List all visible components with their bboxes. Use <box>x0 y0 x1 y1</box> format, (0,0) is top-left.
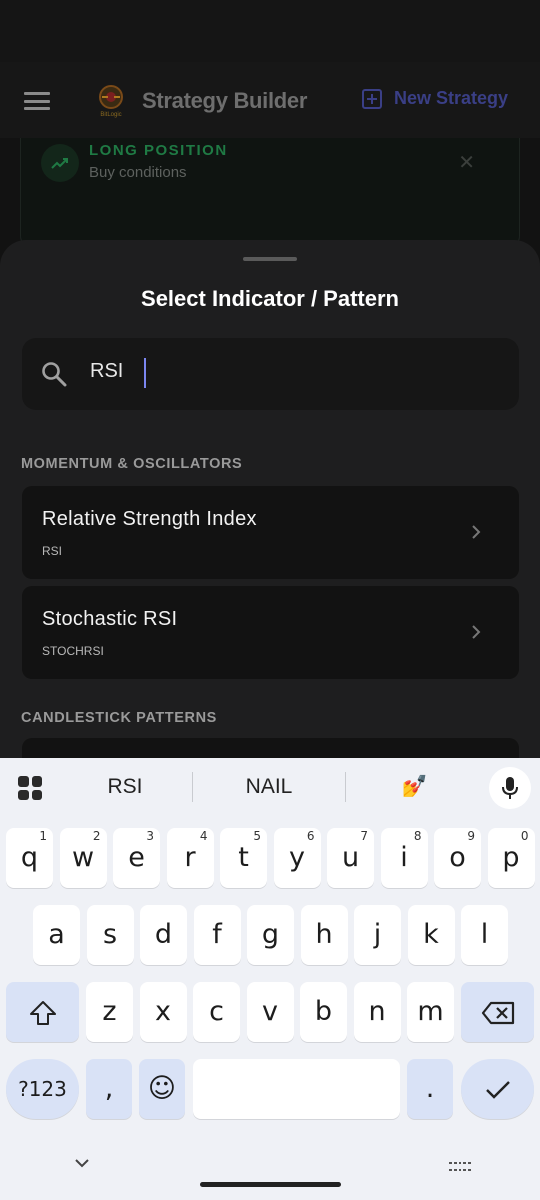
shift-key[interactable] <box>6 982 79 1042</box>
svg-text:BitLogic: BitLogic <box>100 112 121 118</box>
key-i[interactable]: i8 <box>380 828 428 888</box>
position-subtitle: Buy conditions <box>89 164 187 181</box>
key-x[interactable]: x <box>139 982 187 1042</box>
key-q[interactable]: q1 <box>6 828 53 888</box>
add-box-icon <box>361 88 382 109</box>
suggestion-1[interactable]: RSI <box>92 775 158 799</box>
sheet-title: Select Indicator / Pattern <box>141 286 399 311</box>
key-number-hint: 0 <box>520 829 529 843</box>
chevron-down-icon[interactable] <box>74 1158 90 1168</box>
key-h[interactable]: h <box>300 905 348 965</box>
key-y[interactable]: y6 <box>273 828 321 888</box>
section-label-candlestick: CANDLESTICK PATTERNS <box>21 710 217 726</box>
indicator-item-stochrsi[interactable]: Stochastic RSI STOCHRSI <box>22 586 519 679</box>
key-f[interactable]: f <box>193 905 241 965</box>
key-r[interactable]: r4 <box>166 828 214 888</box>
key-number-hint: 5 <box>253 829 261 843</box>
new-strategy-button[interactable]: New Strategy <box>361 88 508 109</box>
key-letter: o <box>449 842 466 873</box>
long-position-card: LONG POSITION Buy conditions ✕ <box>20 138 520 248</box>
key-number-hint: 3 <box>146 829 154 843</box>
key-l[interactable]: l <box>461 905 508 965</box>
app-logo: BitLogic <box>99 85 123 118</box>
indicator-picker-sheet: Select Indicator / Pattern MOMENTUM & OS… <box>0 240 540 780</box>
key-g[interactable]: g <box>247 905 294 965</box>
menu-icon[interactable] <box>24 92 50 110</box>
suggestion-bar: RSI NAIL 💅 <box>0 758 540 818</box>
key-number-hint: 7 <box>360 829 368 843</box>
key-e[interactable]: e3 <box>113 828 160 888</box>
symbols-key[interactable]: ?123 <box>6 1059 79 1119</box>
indicator-item-rsi[interactable]: Relative Strength Index RSI <box>22 486 519 579</box>
suggestion-2[interactable]: NAIL <box>230 775 308 799</box>
key-w[interactable]: w2 <box>59 828 107 888</box>
on-screen-keyboard: RSI NAIL 💅 ?123 , ☺ . q1w2e3r4t5y6u7i8o9… <box>0 758 540 1200</box>
emoji-key[interactable]: ☺ <box>139 1059 185 1119</box>
key-u[interactable]: u7 <box>327 828 374 888</box>
app-bar: BitLogic Strategy Builder New Strategy <box>0 62 540 138</box>
key-d[interactable]: d <box>140 905 187 965</box>
key-letter: p <box>502 842 520 873</box>
divider <box>192 772 193 802</box>
text-caret <box>144 358 146 388</box>
key-letter: i <box>400 842 408 873</box>
position-title: LONG POSITION <box>89 142 228 159</box>
search-input[interactable] <box>90 360 355 383</box>
key-letter: r <box>184 842 196 873</box>
apps-grid-icon[interactable] <box>18 776 42 800</box>
backspace-key[interactable] <box>461 982 534 1042</box>
key-z[interactable]: z <box>86 982 133 1042</box>
space-key[interactable] <box>193 1059 400 1119</box>
key-n[interactable]: n <box>353 982 401 1042</box>
comma-key[interactable]: , <box>86 1059 132 1119</box>
keyboard-switch-icon[interactable] <box>449 1162 471 1174</box>
new-strategy-label: New Strategy <box>393 88 508 108</box>
enter-key[interactable] <box>461 1059 534 1119</box>
key-letter: w <box>71 842 95 873</box>
close-icon[interactable]: ✕ <box>458 150 475 175</box>
status-bar <box>0 0 540 62</box>
suggestion-3[interactable]: 💅 <box>390 775 440 799</box>
indicator-code: STOCHRSI <box>42 644 104 658</box>
indicator-code: RSI <box>42 544 63 558</box>
key-k[interactable]: k <box>407 905 455 965</box>
key-o[interactable]: o9 <box>434 828 481 888</box>
key-letter: y <box>289 842 305 873</box>
indicator-name: Relative Strength Index <box>42 508 257 530</box>
key-letter: q <box>20 842 39 873</box>
trending-up-icon <box>41 144 79 182</box>
key-number-hint: 9 <box>467 829 475 843</box>
indicator-name: Stochastic RSI <box>42 608 178 630</box>
key-v[interactable]: v <box>246 982 294 1042</box>
key-number-hint: 2 <box>92 829 101 843</box>
key-number-hint: 1 <box>39 829 47 843</box>
key-letter: t <box>238 842 249 873</box>
key-c[interactable]: c <box>193 982 240 1042</box>
period-key[interactable]: . <box>407 1059 453 1119</box>
key-letter: u <box>341 842 360 873</box>
key-b[interactable]: b <box>300 982 347 1042</box>
app-title: Strategy Builder <box>142 88 308 113</box>
key-a[interactable]: a <box>33 905 80 965</box>
chevron-right-icon <box>472 525 481 539</box>
key-number-hint: 6 <box>306 829 315 843</box>
divider <box>345 772 346 802</box>
key-m[interactable]: m <box>407 982 454 1042</box>
drag-handle[interactable] <box>243 257 297 261</box>
chevron-right-icon <box>472 625 481 639</box>
key-s[interactable]: s <box>86 905 134 965</box>
key-t[interactable]: t5 <box>220 828 267 888</box>
microphone-icon[interactable] <box>489 767 531 809</box>
home-indicator[interactable] <box>200 1182 341 1187</box>
search-icon <box>42 362 67 387</box>
key-number-hint: 8 <box>413 829 422 843</box>
search-box[interactable] <box>22 338 519 410</box>
key-j[interactable]: j <box>354 905 401 965</box>
key-letter: e <box>128 842 145 873</box>
section-label-momentum: MOMENTUM & OSCILLATORS <box>21 456 243 472</box>
key-number-hint: 4 <box>199 829 208 843</box>
key-p[interactable]: p0 <box>487 828 535 888</box>
